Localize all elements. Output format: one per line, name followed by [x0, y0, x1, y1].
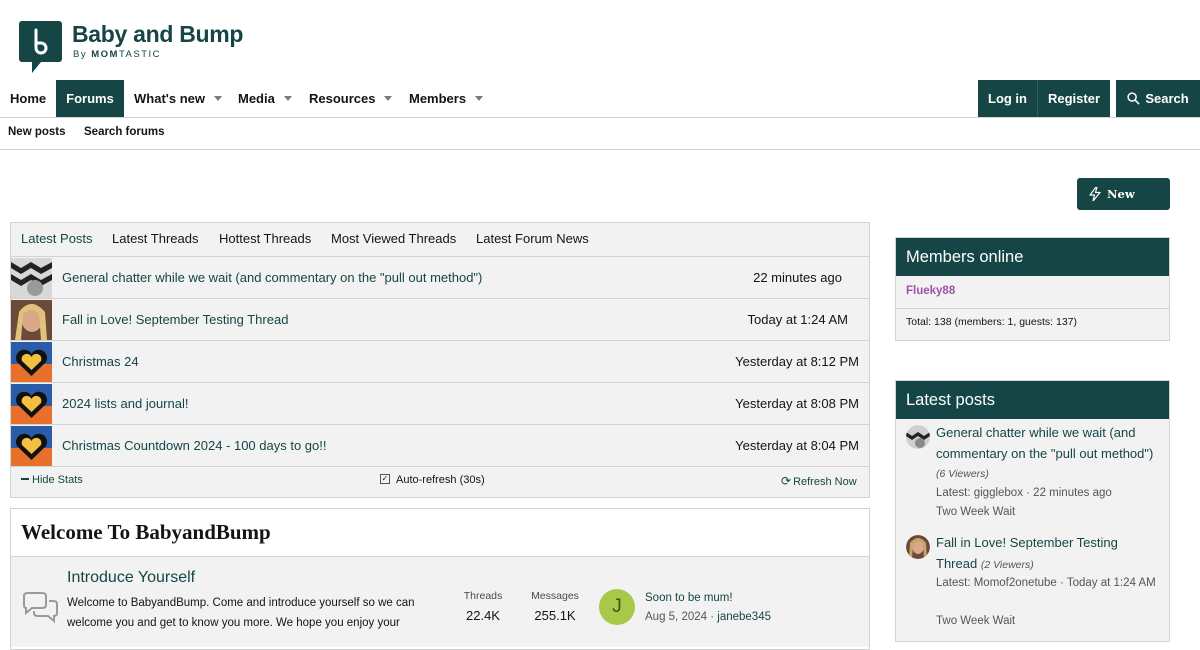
last-post-title-link[interactable]: Soon to be mum!	[645, 592, 733, 604]
subnav-border-bottom	[0, 149, 1200, 150]
chevron-down-icon[interactable]	[283, 96, 292, 102]
post-time: 22 minutes ago	[753, 270, 842, 285]
post-time: Yesterday at 8:08 PM	[735, 396, 859, 411]
messages-count: 255.1K	[534, 608, 576, 623]
thread-title-link[interactable]: General chatter while we wait (and comme…	[62, 270, 482, 285]
forum-description: Welcome to BabyandBump. Come and introdu…	[67, 597, 415, 629]
thread-title-link[interactable]: Fall in Love! September Testing Thread	[62, 312, 288, 327]
post-time: Today at 1:24 AM	[747, 312, 848, 327]
table-row[interactable]: Fall in Love! September Testing Thread T…	[11, 298, 869, 340]
auto-refresh-toggle[interactable]: ✓ Auto-refresh (30s)	[380, 474, 485, 486]
auto-refresh-label: Auto-refresh (30s)	[396, 474, 485, 486]
chat-bubbles-icon	[23, 592, 58, 624]
latest-post-title-link[interactable]: General chatter while we wait (and comme…	[936, 422, 1161, 464]
thread-title-link[interactable]: Christmas 24	[62, 354, 139, 369]
latest-post-forum-link[interactable]: Two Week Wait	[936, 503, 1161, 522]
viewer-count: (2 Viewers)	[980, 559, 1034, 571]
user-avatar[interactable]	[11, 342, 52, 382]
search-icon	[1127, 92, 1140, 105]
new-posts-button[interactable]: New posts	[1077, 178, 1170, 233]
register-button[interactable]: Register	[1038, 80, 1110, 117]
hide-stats-link[interactable]: Hide Stats	[21, 474, 83, 486]
members-online-title[interactable]: Members online	[896, 238, 1169, 276]
post-time: Yesterday at 8:12 PM	[735, 354, 859, 369]
latest-post-title-link[interactable]: Fall in Love! September Testing Thread (…	[936, 532, 1161, 576]
user-avatar[interactable]	[11, 384, 52, 424]
last-post-date[interactable]: Aug 5, 2024	[645, 611, 707, 623]
latest-posts-title[interactable]: Latest posts	[896, 381, 1169, 419]
new-posts-button-label: New posts	[1107, 187, 1141, 233]
subnav-search-forums[interactable]: Search forums	[84, 126, 165, 138]
tab-hottest-threads[interactable]: Hottest Threads	[219, 231, 311, 246]
chevron-down-icon[interactable]	[475, 96, 484, 102]
tab-most-viewed-threads[interactable]: Most Viewed Threads	[331, 231, 456, 246]
viewer-count: (6 Viewers)	[936, 468, 989, 480]
login-button[interactable]: Log in	[978, 80, 1037, 117]
lightning-icon	[1089, 187, 1101, 201]
nav-media-label: Media	[238, 91, 275, 106]
tab-latest-forum-news[interactable]: Latest Forum News	[476, 231, 589, 246]
forum-title-link[interactable]: Introduce Yourself	[67, 569, 195, 587]
baby-and-bump-logo-icon[interactable]	[19, 21, 62, 73]
post-time: Yesterday at 8:04 PM	[735, 438, 859, 453]
nav-resources[interactable]: Resources	[309, 80, 393, 117]
nav-whats-new[interactable]: What's new	[134, 80, 222, 117]
user-avatar[interactable]	[906, 425, 930, 449]
refresh-icon: ⟳	[781, 474, 792, 488]
chevron-down-icon[interactable]	[384, 96, 393, 102]
nav-home[interactable]: Home	[10, 80, 46, 117]
latest-post-forum-link[interactable]: Two Week Wait	[936, 612, 1161, 631]
search-button[interactable]: Search	[1116, 80, 1200, 117]
threads-label: Threads	[463, 590, 503, 602]
avatar[interactable]: J	[599, 589, 635, 625]
user-avatar[interactable]	[11, 426, 52, 466]
members-divider	[896, 308, 1169, 309]
brand-name[interactable]: Baby and Bump	[72, 21, 243, 48]
table-row[interactable]: 2024 lists and journal! Yesterday at 8:0…	[11, 382, 869, 424]
category-title[interactable]: Welcome To BabyandBump	[21, 520, 271, 545]
brand-partner-rest: TASTIC	[118, 49, 162, 60]
brand-partner: MOM	[91, 49, 119, 60]
refresh-now-label: Refresh Now	[793, 476, 857, 488]
nav-whats-new-label: What's new	[134, 91, 205, 106]
tab-latest-posts[interactable]: Latest Posts	[21, 231, 93, 246]
table-row[interactable]: Christmas Countdown 2024 - 100 days to g…	[11, 424, 869, 466]
search-button-label: Search	[1145, 91, 1189, 106]
latest-post-meta[interactable]: Latest: Momof2onetube · Today at 1:24 AM	[936, 574, 1161, 593]
nav-members[interactable]: Members	[409, 80, 484, 117]
minus-icon	[21, 478, 29, 481]
user-avatar[interactable]	[906, 535, 930, 559]
last-post-meta: Aug 5, 2024 · janebe345	[645, 611, 771, 623]
nav-forums[interactable]: Forums	[56, 80, 124, 117]
subnav-border-top	[0, 117, 1200, 118]
nav-resources-label: Resources	[309, 91, 376, 106]
table-row[interactable]: General chatter while we wait (and comme…	[11, 256, 869, 298]
hide-stats-label: Hide Stats	[32, 474, 83, 486]
user-avatar[interactable]	[11, 300, 52, 340]
nav-members-label: Members	[409, 91, 467, 106]
threads-count: 22.4K	[466, 608, 500, 623]
checkbox-icon[interactable]: ✓	[380, 474, 390, 485]
table-row[interactable]: Christmas 24 Yesterday at 8:12 PM	[11, 340, 869, 382]
online-member-link[interactable]: Flueky88	[906, 285, 955, 297]
nav-media[interactable]: Media	[238, 80, 292, 117]
members-total: Total: 138 (members: 1, guests: 137)	[906, 316, 1077, 328]
chevron-down-icon[interactable]	[214, 96, 222, 102]
thread-title-link[interactable]: 2024 lists and journal!	[62, 396, 188, 411]
brand-by: By	[73, 49, 88, 60]
subnav-new-posts[interactable]: New posts	[8, 126, 66, 138]
refresh-now-link[interactable]: ⟳ Refresh Now	[781, 474, 857, 488]
messages-label: Messages	[531, 590, 579, 602]
tab-latest-threads[interactable]: Latest Threads	[112, 231, 198, 246]
thread-title-link[interactable]: Christmas Countdown 2024 - 100 days to g…	[62, 438, 326, 453]
user-avatar[interactable]	[11, 258, 52, 298]
last-post-user-link[interactable]: janebe345	[717, 611, 771, 623]
latest-post-meta[interactable]: Latest: gigglebox · 22 minutes ago	[936, 484, 1161, 503]
brand-byline: By MOMTASTIC	[73, 49, 161, 60]
